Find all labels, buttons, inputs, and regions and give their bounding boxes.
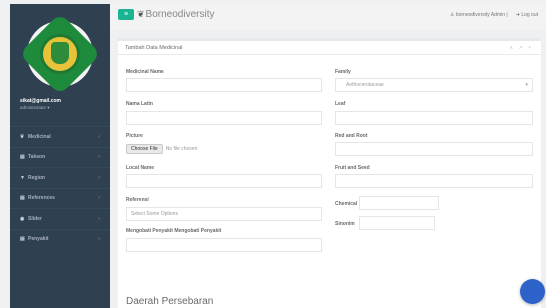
medicinal-name-label: Medicinal Name	[126, 69, 164, 75]
floating-action-button[interactable]	[520, 279, 545, 304]
chevron-left-icon: ‹	[98, 195, 100, 202]
chevron-left-icon: ‹	[98, 154, 100, 161]
chevron-left-icon: ‹	[98, 215, 100, 222]
chemical-input[interactable]	[359, 196, 439, 210]
fruit-and-seed-label: Fruit and Seed	[335, 165, 370, 171]
hamburger-icon: ≡	[123, 11, 129, 18]
sidebar-item-label: Region	[28, 174, 45, 181]
family-select[interactable]: Anthocerotaceae ▾	[335, 78, 533, 92]
chevron-left-icon: ‹	[98, 174, 100, 181]
disease-icon: ▤	[20, 236, 25, 243]
mengobati-penyakit-input[interactable]	[126, 238, 322, 252]
slider-icon: ◉	[20, 215, 25, 222]
nama-latin-label: Nama Latin	[126, 101, 153, 107]
user-role-dropdown[interactable]: administrator ▾	[20, 105, 50, 111]
panel-header: Tambah Data Medicinal ∧ ↗ ×	[118, 41, 541, 55]
chevron-left-icon: ‹	[98, 133, 100, 140]
sidebar-item-penyakit[interactable]: ▤ Penyakit ‹	[10, 228, 110, 250]
chemical-label: Chemical	[335, 201, 358, 207]
user-link[interactable]: ♙ borneodiversity Admin |	[450, 12, 508, 18]
sidebar-item-label: Slider	[28, 215, 42, 222]
chevron-left-icon: ‹	[98, 236, 100, 243]
nama-latin-input[interactable]	[126, 111, 322, 125]
sidebar-item-label: Penyakit	[28, 236, 49, 243]
sidebar-item-slider[interactable]: ◉ Slider ‹	[10, 208, 110, 229]
mengobati-penyakit-label: Mengobati Penyakit Mengobati Penyakit	[126, 228, 222, 234]
sidebar-item-label: Takson	[28, 154, 46, 161]
panel-tools[interactable]: ∧ ↗ ×	[509, 45, 533, 51]
sidebar-item-label: References	[28, 195, 55, 202]
brand-title: Borneodiversity	[145, 9, 215, 20]
sidebar-item-medicinal[interactable]: ❦ Medicinal ‹	[10, 126, 110, 147]
choose-file-button[interactable]: Choose File	[126, 144, 163, 154]
top-right-links: ♙ borneodiversity Admin | ➜ Log out	[450, 12, 538, 18]
sidebar-menu: ❦ Medicinal ‹ ▤ Takson ‹ ▼ Region ‹ ▤ Re…	[10, 126, 110, 249]
brand: ❦ Borneodiversity	[137, 9, 214, 20]
sidebar-item-label: Medicinal	[28, 133, 51, 140]
family-label: Family	[335, 69, 351, 75]
referensi-label: Referensi	[126, 197, 149, 203]
section-title: Daerah Persebaran	[126, 296, 214, 307]
map-marker-icon: ▼	[20, 174, 25, 181]
leaf-label: Leaf	[335, 101, 346, 107]
red-and-root-input[interactable]	[335, 142, 533, 156]
logout-link[interactable]: ➜ Log out	[516, 12, 538, 18]
family-selected-value: Anthocerotaceae	[346, 82, 384, 88]
red-and-root-label: Red and Root	[335, 133, 368, 139]
panel-title: Tambah Data Medicinal	[125, 45, 183, 51]
file-status: No file chosen	[165, 146, 198, 152]
user-email: sikat@gmail.com	[20, 98, 62, 104]
picture-file-input[interactable]: Choose File No file chosen	[126, 142, 322, 156]
medicinal-name-input[interactable]	[126, 78, 322, 92]
taxon-icon: ▤	[20, 154, 25, 161]
sinonim-label: Sinonim	[335, 221, 355, 227]
top-navbar: ≡ ❦ Borneodiversity ♙ borneodiversity Ad…	[110, 4, 546, 30]
form-panel: Tambah Data Medicinal ∧ ↗ × Medicinal Na…	[118, 38, 541, 308]
app-logo	[18, 12, 102, 96]
local-name-label: Local Name	[126, 165, 155, 171]
sidebar: sikat@gmail.com administrator ▾ ❦ Medici…	[10, 4, 110, 308]
book-icon: ▤	[20, 195, 25, 202]
referensi-select[interactable]: Select Some Options	[126, 207, 322, 221]
local-name-input[interactable]	[126, 174, 322, 188]
leaf-input[interactable]	[335, 111, 533, 125]
sinonim-input[interactable]	[359, 216, 435, 230]
menu-toggle-button[interactable]: ≡	[118, 9, 134, 20]
chevron-down-icon: ▾	[525, 82, 528, 88]
sidebar-item-takson[interactable]: ▤ Takson ‹	[10, 146, 110, 168]
leaf-icon: ❦	[137, 9, 145, 19]
sidebar-item-references[interactable]: ▤ References ‹	[10, 187, 110, 209]
fruit-and-seed-input[interactable]	[335, 174, 533, 188]
leaf-icon: ❦	[20, 133, 25, 140]
sidebar-item-region[interactable]: ▼ Region ‹	[10, 167, 110, 188]
picture-label: Picture	[126, 133, 143, 139]
